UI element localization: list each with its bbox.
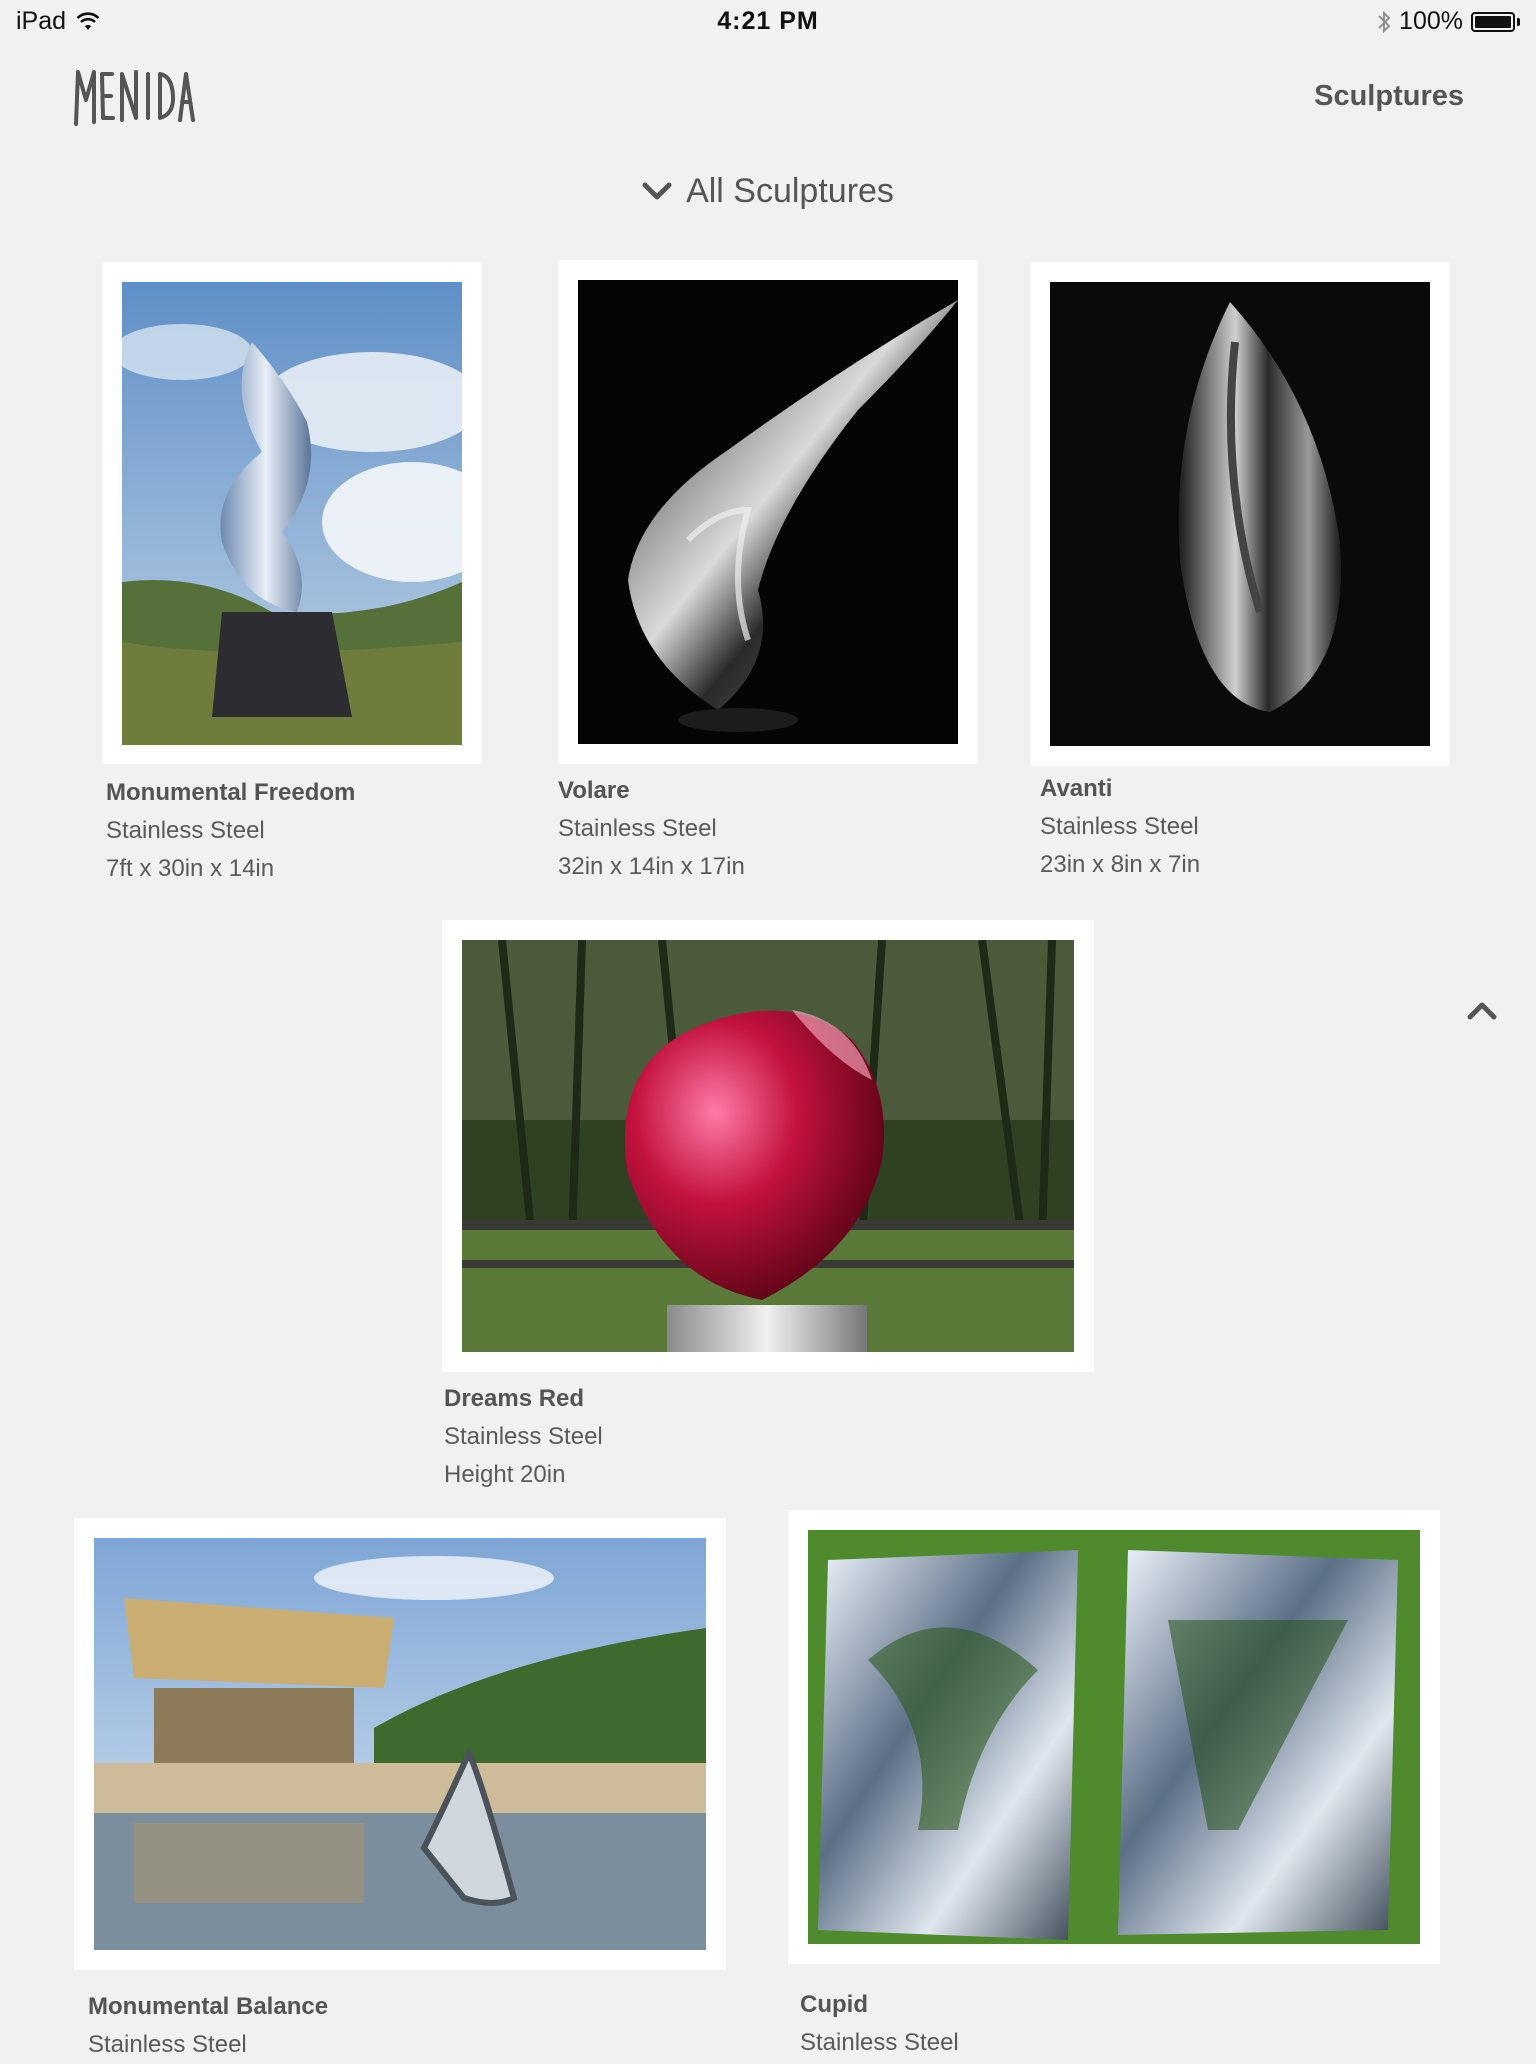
chevron-down-icon [642,182,672,199]
sculpture-image-cupid [808,1530,1420,1944]
sculpture-caption: Volare Stainless Steel 32in x 14in x 17i… [558,772,745,886]
sculpture-material: Stainless Steel [444,1423,603,1450]
sculpture-card[interactable] [1030,262,1450,766]
sculpture-caption: Avanti Stainless Steel 23in x 8in x 7in [1040,770,1200,884]
sculpture-caption: Monumental Freedom Stainless Steel 7ft x… [106,774,355,888]
nav-sculptures-link[interactable]: Sculptures [1314,80,1464,113]
sculpture-material: Stainless Steel [558,815,717,842]
sculpture-image-monumental-balance [94,1538,706,1950]
sculpture-dimensions: 23in x 8in x 7in [1040,851,1201,878]
sculpture-image-monumental-freedom [122,282,462,745]
sculpture-material: Stainless Steel [106,817,265,844]
chevron-up-icon[interactable] [1464,995,1500,1027]
battery-icon [1471,11,1515,32]
sculpture-image-dreams-red [462,940,1074,1352]
sculpture-material: Stainless Steel [88,2031,247,2058]
sculpture-card[interactable] [788,1510,1440,1964]
status-time: 4:21 PM [717,7,819,35]
sculpture-card[interactable] [442,920,1094,1372]
sculpture-image-volare [578,280,958,744]
sculpture-card[interactable] [558,260,978,764]
sculpture-material: Stainless Steel [800,2029,959,2056]
sculpture-dimensions: 7ft x 30in x 14in [106,855,275,882]
sculpture-dimensions: Height 20in [444,1461,566,1488]
sculpture-title[interactable]: Monumental Balance [88,1988,328,2026]
sculpture-title[interactable]: Avanti [1040,770,1200,808]
sculpture-title[interactable]: Cupid [800,1986,959,2024]
sculpture-title[interactable]: Volare [558,772,745,810]
bluetooth-icon [1378,10,1391,33]
battery-percent: 100% [1399,7,1463,35]
filter-label: All Sculptures [686,172,894,210]
sculpture-material: Stainless Steel [1040,813,1199,840]
status-bar: iPad 4:21 PM 100% [0,0,1536,42]
logo[interactable] [72,62,197,134]
sculpture-image-avanti [1050,282,1430,746]
sculpture-card[interactable] [102,262,482,764]
category-filter[interactable]: All Sculptures [0,172,1536,212]
sculpture-dimensions: 32in x 14in x 17in [558,853,745,880]
sculpture-title[interactable]: Monumental Freedom [106,774,355,812]
sculpture-card[interactable] [74,1518,726,1970]
sculpture-title[interactable]: Dreams Red [444,1380,603,1418]
sculpture-caption: Cupid Stainless Steel [800,1986,959,2062]
sculpture-caption: Monumental Balance Stainless Steel [88,1988,328,2064]
sculpture-caption: Dreams Red Stainless Steel Height 20in [444,1380,603,1494]
